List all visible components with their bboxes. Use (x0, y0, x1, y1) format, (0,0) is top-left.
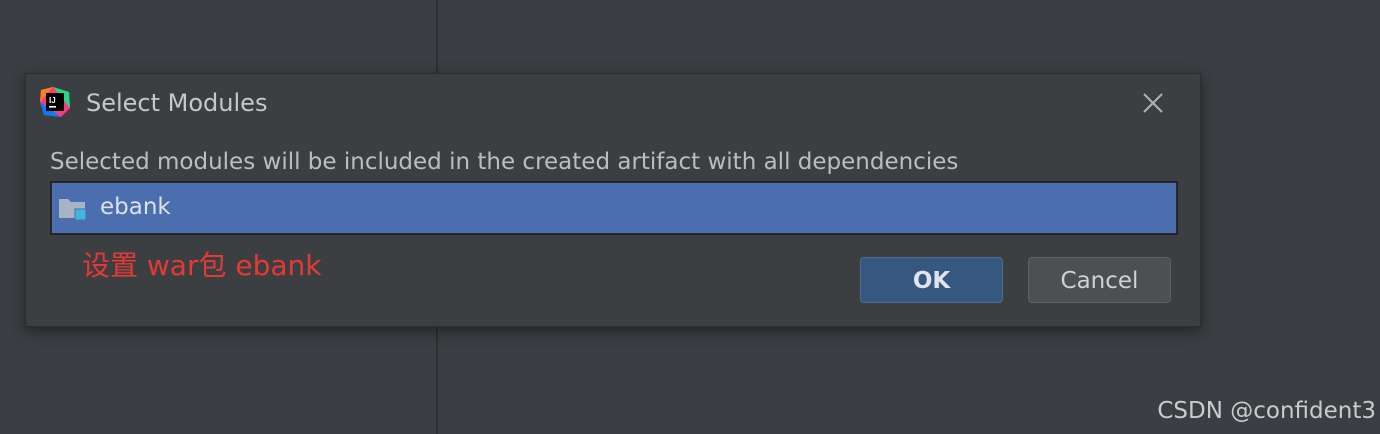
annotation-text: 设置 war包 ebank (82, 249, 322, 282)
module-item-ebank[interactable]: ebank (52, 183, 1176, 233)
watermark: CSDN @confident3 (1157, 398, 1376, 424)
svg-text:IJ: IJ (49, 96, 56, 105)
ok-button[interactable]: OK (860, 257, 1003, 303)
folder-module-icon (59, 199, 87, 221)
close-icon[interactable] (1139, 89, 1167, 117)
cancel-button[interactable]: Cancel (1028, 257, 1171, 303)
module-label: ebank (100, 194, 171, 220)
module-list: ebank (50, 181, 1178, 235)
dialog-title: Select Modules (86, 89, 268, 117)
select-modules-dialog: IJ Select Modules Selected modules will … (25, 73, 1201, 327)
dialog-titlebar: IJ Select Modules (26, 74, 1200, 134)
dialog-description: Selected modules will be included in the… (50, 149, 959, 175)
intellij-idea-icon: IJ (40, 87, 70, 117)
